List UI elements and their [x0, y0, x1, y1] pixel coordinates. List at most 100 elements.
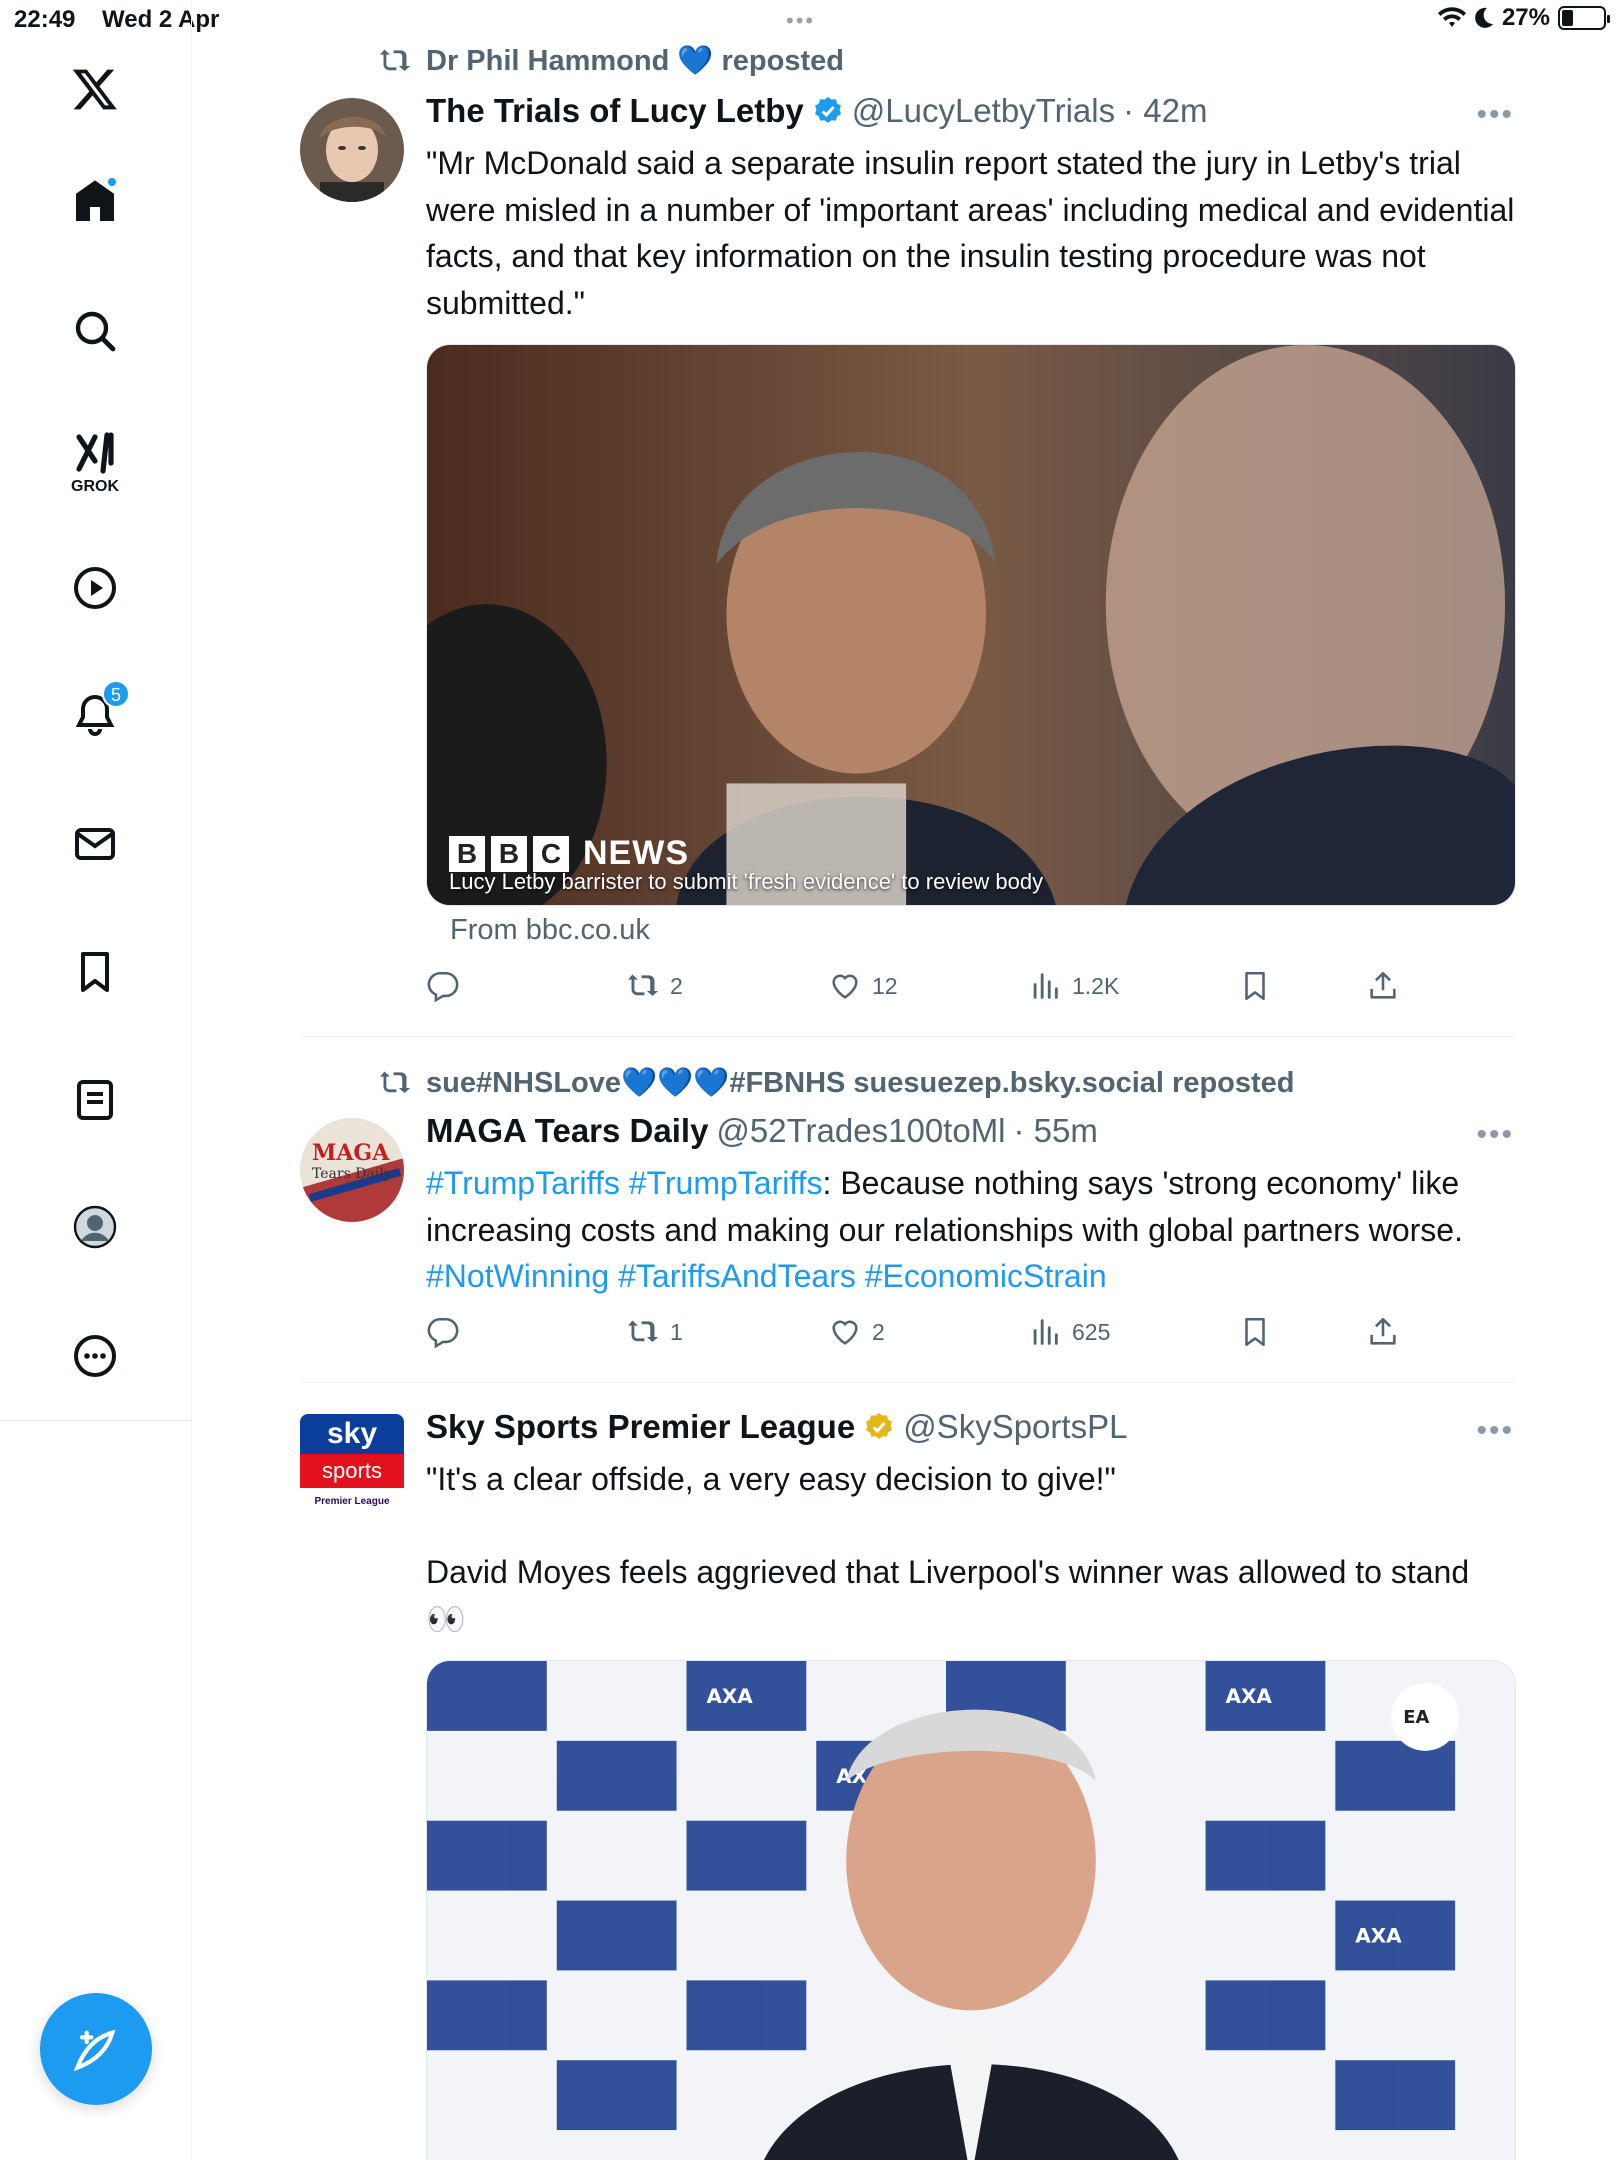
like-count: 12: [872, 972, 898, 999]
reply-icon: [427, 971, 459, 1003]
tweet-time[interactable]: · 42m: [1123, 92, 1207, 130]
more-options-icon[interactable]: •••: [1476, 1414, 1514, 1448]
svg-text:Tears Daily: Tears Daily: [312, 1166, 392, 1182]
svg-text:EA: EA: [1403, 1707, 1429, 1728]
bbc-news-logo: B B C NEWS: [449, 834, 689, 873]
tweet-header: MAGA Tears Daily @52Trades100toMl · 55m: [426, 1112, 1098, 1150]
tweet-divider: [300, 1036, 1516, 1037]
verified-gold-badge-icon: [866, 1413, 893, 1439]
battery-percent: 27%: [1501, 4, 1550, 31]
repost-icon: [628, 974, 659, 997]
link-source[interactable]: From bbc.co.uk: [450, 914, 650, 947]
view-count: 625: [1072, 1318, 1111, 1345]
reply-button[interactable]: [426, 1315, 460, 1349]
home-notification-dot: [106, 176, 118, 188]
tweet-divider: [300, 1382, 1516, 1383]
status-right: 27%: [1437, 4, 1610, 32]
repost-icon: [628, 1320, 659, 1343]
heart-icon: [832, 1320, 858, 1345]
x-logo-icon[interactable]: [66, 60, 124, 118]
share-icon: [1370, 971, 1396, 999]
author-handle[interactable]: @SkySportsPL: [903, 1408, 1127, 1446]
author-name[interactable]: MAGA Tears Daily: [426, 1112, 708, 1150]
bell-icon[interactable]: 5: [66, 680, 130, 744]
search-icon[interactable]: [66, 302, 124, 360]
repost-text: Dr Phil Hammond 💙 reposted: [426, 45, 844, 77]
views-button[interactable]: 1.2K: [1028, 969, 1119, 1003]
svg-text:MAGA: MAGA: [312, 1140, 390, 1166]
author-name[interactable]: Sky Sports Premier League: [426, 1408, 855, 1446]
tweet-text: "It's a clear offside, a very easy decis…: [426, 1456, 1516, 1642]
grok-icon[interactable]: [66, 424, 124, 482]
bookmark-button[interactable]: [1238, 969, 1272, 1003]
repost-button[interactable]: 2: [626, 969, 683, 1003]
tweet-text: #TrumpTariffs #TrumpTariffs: Because not…: [426, 1165, 1463, 1294]
repost-indicator[interactable]: sue#NHSLove💙💙💙#FBNHS suesuezep.bsky.soci…: [378, 1066, 1295, 1100]
repost-indicator[interactable]: Dr Phil Hammond 💙 reposted: [378, 44, 844, 78]
view-count: 1.2K: [1072, 972, 1120, 999]
avatar-icon[interactable]: [66, 1198, 124, 1256]
tweet-text-line: "It's a clear offside, a very easy decis…: [426, 1461, 1116, 1497]
sidebar: GROK 5: [0, 0, 192, 2160]
repost-text: sue#NHSLove💙💙💙#FBNHS suesuezep.bsky.soci…: [426, 1067, 1295, 1099]
notification-badge: 5: [102, 680, 130, 708]
heart-icon: [832, 974, 858, 999]
like-button[interactable]: 12: [828, 969, 898, 1003]
views-chart-icon: [1033, 1319, 1058, 1345]
reply-button[interactable]: [426, 969, 460, 1003]
hashtag-link[interactable]: #NotWinning #TariffsAndTears #EconomicSt…: [426, 1258, 1107, 1294]
tweet-actions: 1 2 625: [426, 1315, 1516, 1355]
home-icon[interactable]: [66, 172, 124, 230]
repost-count: 1: [670, 1318, 683, 1345]
link-card-title: Lucy Letby barrister to submit 'fresh ev…: [449, 869, 1044, 894]
svg-text:AXA: AXA: [1226, 1684, 1273, 1708]
play-icon[interactable]: [66, 559, 124, 617]
mail-icon[interactable]: [66, 815, 124, 873]
tweet-video-image[interactable]: AXA AXA AXA AXA EA: [426, 1660, 1516, 2160]
tweet-time[interactable]: · 55m: [1014, 1112, 1098, 1150]
repost-button[interactable]: 1: [626, 1315, 683, 1349]
repost-icon: [380, 1071, 411, 1094]
author-name[interactable]: The Trials of Lucy Letby: [426, 92, 804, 130]
battery-icon: [1558, 6, 1610, 30]
tweet-text-line: David Moyes feels aggrieved that Liverpo…: [426, 1554, 1470, 1637]
hashtag-link[interactable]: #TrumpTariffs #TrumpTariffs: [426, 1165, 823, 1201]
more-options-icon[interactable]: •••: [1476, 1118, 1514, 1152]
like-count: 2: [872, 1318, 885, 1345]
link-card-image[interactable]: B B C NEWS Lucy Letby barrister to submi…: [426, 344, 1516, 906]
compose-icon: [73, 2029, 116, 2072]
share-icon: [1370, 1317, 1396, 1345]
tweet-header: Sky Sports Premier League @SkySportsPL: [426, 1408, 1127, 1446]
more-circle-icon[interactable]: [66, 1327, 124, 1385]
tweet-header: The Trials of Lucy Letby @LucyLetbyTrial…: [426, 92, 1207, 130]
avatar[interactable]: MAGA Tears Daily: [300, 1118, 404, 1222]
svg-text:AXA: AXA: [1355, 1923, 1402, 1947]
svg-text:AXA: AXA: [706, 1684, 753, 1708]
share-button[interactable]: [1366, 969, 1400, 1003]
bookmark-icon: [1245, 1317, 1265, 1347]
reply-icon: [427, 1317, 459, 1349]
more-options-icon[interactable]: •••: [1476, 98, 1514, 132]
sidebar-divider: [0, 1420, 192, 1421]
like-button[interactable]: 2: [828, 1315, 885, 1349]
moon-icon: [1475, 7, 1493, 28]
author-handle[interactable]: @LucyLetbyTrials: [852, 92, 1115, 130]
multitask-dots-icon[interactable]: •••: [786, 8, 815, 34]
bookmark-icon: [1245, 971, 1265, 1001]
repost-count: 2: [670, 972, 683, 999]
grok-label: GROK: [71, 478, 119, 495]
bookmark-button[interactable]: [1238, 1315, 1272, 1349]
list-icon[interactable]: [66, 1071, 124, 1129]
views-chart-icon: [1033, 973, 1058, 999]
tweet-actions: 2 12 1.2K: [426, 969, 1516, 1009]
avatar[interactable]: sky sports Premier League: [300, 1414, 404, 1518]
avatar[interactable]: [300, 98, 404, 202]
author-handle[interactable]: @52Trades100toMl: [716, 1112, 1005, 1150]
compose-button[interactable]: [40, 1993, 152, 2105]
wifi-icon: [1437, 7, 1466, 27]
share-button[interactable]: [1366, 1315, 1400, 1349]
verified-badge-icon: [814, 97, 841, 123]
tweet-text: "Mr McDonald said a separate insulin rep…: [426, 145, 1515, 321]
bookmark-icon[interactable]: [66, 943, 124, 1001]
views-button[interactable]: 625: [1028, 1315, 1110, 1349]
